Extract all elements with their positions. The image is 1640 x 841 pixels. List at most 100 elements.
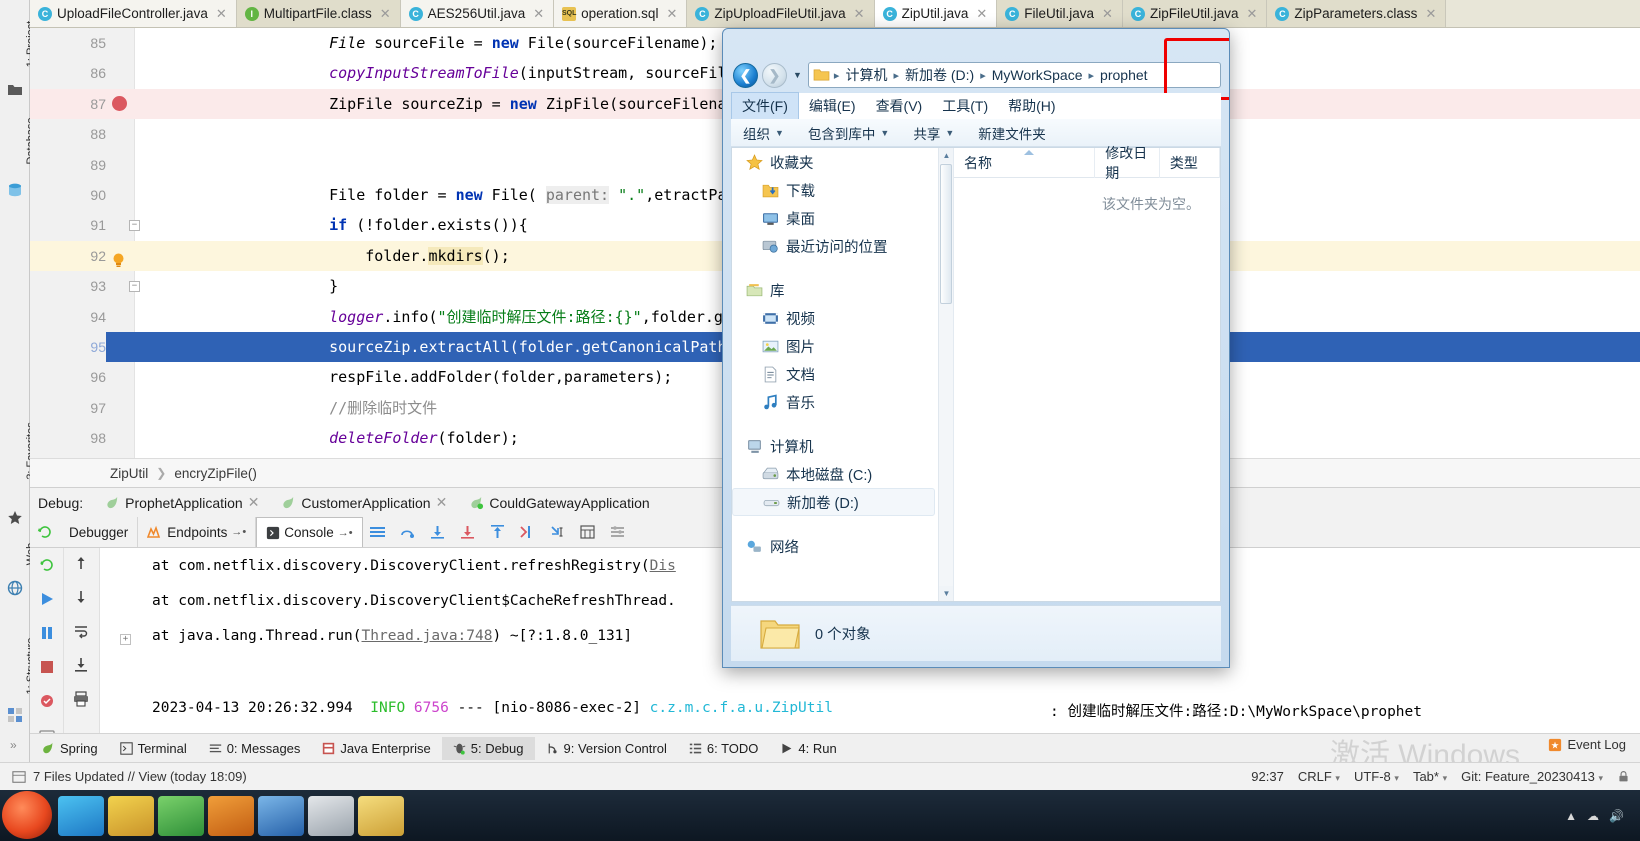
stop-icon[interactable] xyxy=(38,658,56,676)
nav-item-desktop[interactable]: 桌面 xyxy=(732,204,953,232)
breadcrumb-class[interactable]: ZipUtil xyxy=(110,466,148,481)
system-tray[interactable]: ▲ ☁ 🔊 xyxy=(1565,790,1634,841)
debug-config-gateway[interactable]: CouldGatewayApplication xyxy=(461,495,657,511)
close-icon[interactable]: ✕ xyxy=(666,6,677,22)
drop-frame-icon[interactable] xyxy=(513,517,543,547)
nav-item-network[interactable]: 网络 xyxy=(732,532,953,560)
taskbar-app-6[interactable] xyxy=(308,795,354,836)
step-down-icon[interactable] xyxy=(72,588,90,606)
close-icon[interactable]: ✕ xyxy=(533,6,544,22)
menu-edit[interactable]: 编辑(E) xyxy=(799,93,866,119)
tray-icon-1[interactable]: ▲ xyxy=(1565,809,1577,823)
breadcrumb-volume[interactable]: 新加卷 (D:) xyxy=(901,63,978,87)
organize-button[interactable]: 组织 ▼ xyxy=(731,123,796,143)
breakpoint-icon[interactable] xyxy=(112,95,127,111)
scroll-down-icon[interactable]: ▼ xyxy=(939,586,953,601)
soft-wrap-icon[interactable] xyxy=(72,622,90,640)
new-folder-button[interactable]: 新建文件夹 xyxy=(966,123,1058,143)
include-in-library-button[interactable]: 包含到库中 ▼ xyxy=(796,123,901,143)
nav-item-libraries[interactable]: 库 xyxy=(732,276,953,304)
column-header-type[interactable]: 类型 xyxy=(1160,147,1220,178)
share-button[interactable]: 共享 ▼ xyxy=(901,123,966,143)
taskbar-app-5[interactable] xyxy=(258,795,304,836)
rerun-icon[interactable] xyxy=(38,556,56,574)
intention-bulb-icon[interactable] xyxy=(112,248,125,267)
menu-file[interactable]: 文件(F) xyxy=(731,92,799,120)
print-icon[interactable] xyxy=(72,690,90,708)
menu-view[interactable]: 查看(V) xyxy=(866,93,933,119)
expand-frame-icon[interactable]: + xyxy=(120,634,131,645)
window-title-bar[interactable] xyxy=(723,29,1229,59)
tab-console[interactable]: Console →• xyxy=(256,517,363,547)
view-breakpoints-icon[interactable] xyxy=(38,692,56,710)
tool-window-terminal[interactable]: Terminal xyxy=(109,737,198,760)
tool-window-version-control[interactable]: 9: Version Control xyxy=(535,737,678,760)
tool-window-java-enterprise[interactable]: Java Enterprise xyxy=(311,737,441,760)
scroll-up-icon[interactable]: ▲ xyxy=(939,148,953,163)
taskbar-app-7[interactable] xyxy=(358,795,404,836)
back-button[interactable]: ❮ xyxy=(733,62,758,88)
rerun-icon[interactable] xyxy=(30,517,60,547)
lock-icon[interactable] xyxy=(1617,770,1630,783)
indent-setting[interactable]: Tab* ▾ xyxy=(1413,769,1447,784)
editor-tab-8[interactable]: C ZipParameters.class ✕ xyxy=(1267,0,1447,27)
expand-strip-icon[interactable]: » xyxy=(10,738,17,752)
taskbar-app-4[interactable] xyxy=(208,795,254,836)
tray-icon-3[interactable]: 🔊 xyxy=(1609,809,1624,823)
recent-pages-icon[interactable]: ▼ xyxy=(793,70,802,80)
tray-icon-2[interactable]: ☁ xyxy=(1587,809,1599,823)
nav-item-documents[interactable]: 文档 xyxy=(732,360,953,388)
pause-icon[interactable] xyxy=(38,624,56,642)
menu-tools[interactable]: 工具(T) xyxy=(932,93,998,119)
start-button[interactable] xyxy=(2,791,52,839)
git-branch[interactable]: Git: Feature_20230413 ▾ xyxy=(1461,769,1603,784)
breadcrumb-myworkspace[interactable]: MyWorkSpace xyxy=(988,65,1087,85)
editor-tab-0[interactable]: C UploadFileController.java ✕ xyxy=(30,0,237,27)
caret-position[interactable]: 92:37 xyxy=(1251,769,1284,784)
step-over-icon[interactable] xyxy=(393,517,423,547)
navigation-pane[interactable]: 收藏夹 下载 桌面 最近访问的位置 库 视频 图片 文档 音乐 计算机 本地磁盘… xyxy=(732,148,954,601)
breadcrumb-computer[interactable]: 计算机 xyxy=(841,63,891,87)
editor-tab-3[interactable]: SQL operation.sql ✕ xyxy=(554,0,688,27)
nav-item-downloads[interactable]: 下载 xyxy=(732,176,953,204)
close-icon[interactable]: ✕ xyxy=(854,6,865,22)
step-into-icon[interactable] xyxy=(423,517,453,547)
event-log-button[interactable]: ★ Event Log xyxy=(1548,737,1626,752)
fold-toggle-icon[interactable]: − xyxy=(129,220,140,232)
breadcrumb-prophet[interactable]: prophet xyxy=(1096,65,1151,85)
close-icon[interactable]: ✕ xyxy=(380,6,391,22)
taskbar-app-2[interactable] xyxy=(108,795,154,836)
resume-icon[interactable] xyxy=(38,590,56,608)
nav-item-local-disk-c[interactable]: 本地磁盘 (C:) xyxy=(732,460,953,488)
settings-icon[interactable] xyxy=(603,517,633,547)
tool-window-debug[interactable]: 5: Debug xyxy=(441,736,535,760)
scroll-thumb[interactable] xyxy=(940,164,952,304)
nav-scrollbar[interactable]: ▲ ▼ xyxy=(938,148,953,601)
nav-item-favorites[interactable]: 收藏夹 xyxy=(732,148,953,176)
tool-window-todo[interactable]: 6: TODO xyxy=(678,737,770,760)
editor-tab-4[interactable]: C ZipUploadFileUtil.java ✕ xyxy=(687,0,875,27)
nav-item-recent-places[interactable]: 最近访问的位置 xyxy=(732,232,953,260)
file-encoding[interactable]: UTF-8 ▾ xyxy=(1354,769,1399,784)
editor-tab-1[interactable]: I MultipartFile.class ✕ xyxy=(236,0,401,27)
debug-config-customer[interactable]: CustomerApplication ✕ xyxy=(273,494,455,511)
close-icon[interactable]: ✕ xyxy=(1425,6,1436,22)
close-icon[interactable]: ✕ xyxy=(216,6,227,22)
scroll-to-end-icon[interactable] xyxy=(72,656,90,674)
breadcrumb-method[interactable]: encryZipFile() xyxy=(174,466,257,481)
line-separator[interactable]: CRLF ▾ xyxy=(1298,769,1340,784)
close-icon[interactable]: ✕ xyxy=(1102,6,1113,22)
close-icon[interactable]: ✕ xyxy=(436,494,448,511)
close-icon[interactable]: ✕ xyxy=(248,494,260,511)
tool-window-messages[interactable]: 0: Messages xyxy=(198,737,312,760)
tool-window-spring[interactable]: Spring xyxy=(30,737,109,760)
windows-explorer-window[interactable]: ❮ ❯ ▼ ▸ 计算机 ▸ 新加卷 (D:) ▸ MyWorkSpace ▸ p… xyxy=(722,28,1230,668)
forward-button[interactable]: ❯ xyxy=(762,62,787,88)
column-header-date[interactable]: 修改日期 xyxy=(1095,145,1160,181)
column-header-name[interactable]: 名称 xyxy=(954,147,1096,178)
nav-item-computer[interactable]: 计算机 xyxy=(732,432,953,460)
step-out-icon[interactable] xyxy=(483,517,513,547)
layout-icon[interactable] xyxy=(363,517,393,547)
tab-endpoints[interactable]: Endpoints →• xyxy=(138,517,257,547)
nav-item-music[interactable]: 音乐 xyxy=(732,388,953,416)
